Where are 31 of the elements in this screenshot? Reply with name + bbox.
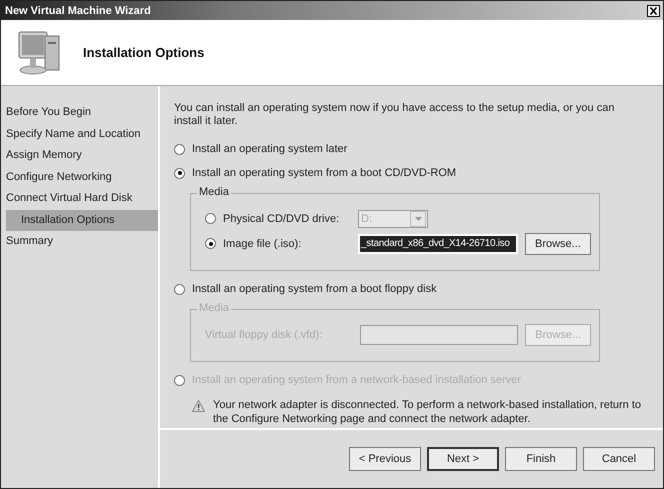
browse-button[interactable]: Browse... — [524, 232, 591, 254]
sidebar-item[interactable]: Specify Name and Location — [1, 124, 158, 145]
radio-button[interactable] — [174, 284, 185, 294]
option-label: Install an operating system from a boot floppy disk — [192, 283, 437, 295]
sidebar-item[interactable]: Assign Memory — [1, 145, 158, 166]
wizard-button[interactable]: Cancel — [583, 447, 655, 471]
option-label: Install an operating system from a boot CD/DVD-ROM — [192, 167, 456, 179]
warning-icon — [192, 400, 205, 412]
sidebar-item[interactable]: Connect Virtual Hard Disk — [1, 188, 158, 210]
intro-text: You can install an operating system now if you have access to the setup media, or you can install it later. — [174, 102, 616, 128]
radio-button[interactable] — [205, 238, 216, 249]
window-title: New Virtual Machine Wizard — [5, 4, 151, 16]
sidebar-item[interactable]: Before You Begin — [1, 102, 158, 124]
path-field[interactable]: _standard_x86_dvd_X14-26710.iso — [358, 234, 518, 254]
radio-button[interactable] — [174, 168, 185, 178]
page-title: Installation Options — [83, 45, 204, 60]
wizard-button[interactable]: Finish — [505, 447, 577, 471]
wizard-button[interactable]: Next > — [427, 447, 499, 471]
sidebar-item[interactable]: Summary — [1, 231, 158, 252]
field-label: Image file (.iso): — [223, 238, 302, 250]
dropdown-caret-icon — [414, 216, 422, 220]
radio-button[interactable] — [174, 144, 185, 154]
close-icon[interactable] — [647, 4, 660, 16]
warning-text: Your network adapter is disconnected. To perform a network-based installation, return to the Configure Networking page and connect the network adapter. — [213, 398, 642, 426]
radio-button[interactable] — [205, 213, 216, 224]
option-label: Install an operating system later — [192, 143, 348, 155]
wizard-button[interactable]: < Previous — [349, 447, 421, 471]
sidebar-item[interactable]: Configure Networking — [1, 166, 158, 188]
group-legend: Media — [197, 186, 231, 198]
sidebar-item[interactable]: Installation Options — [6, 210, 158, 231]
field-label: Physical CD/DVD drive: — [223, 212, 340, 224]
